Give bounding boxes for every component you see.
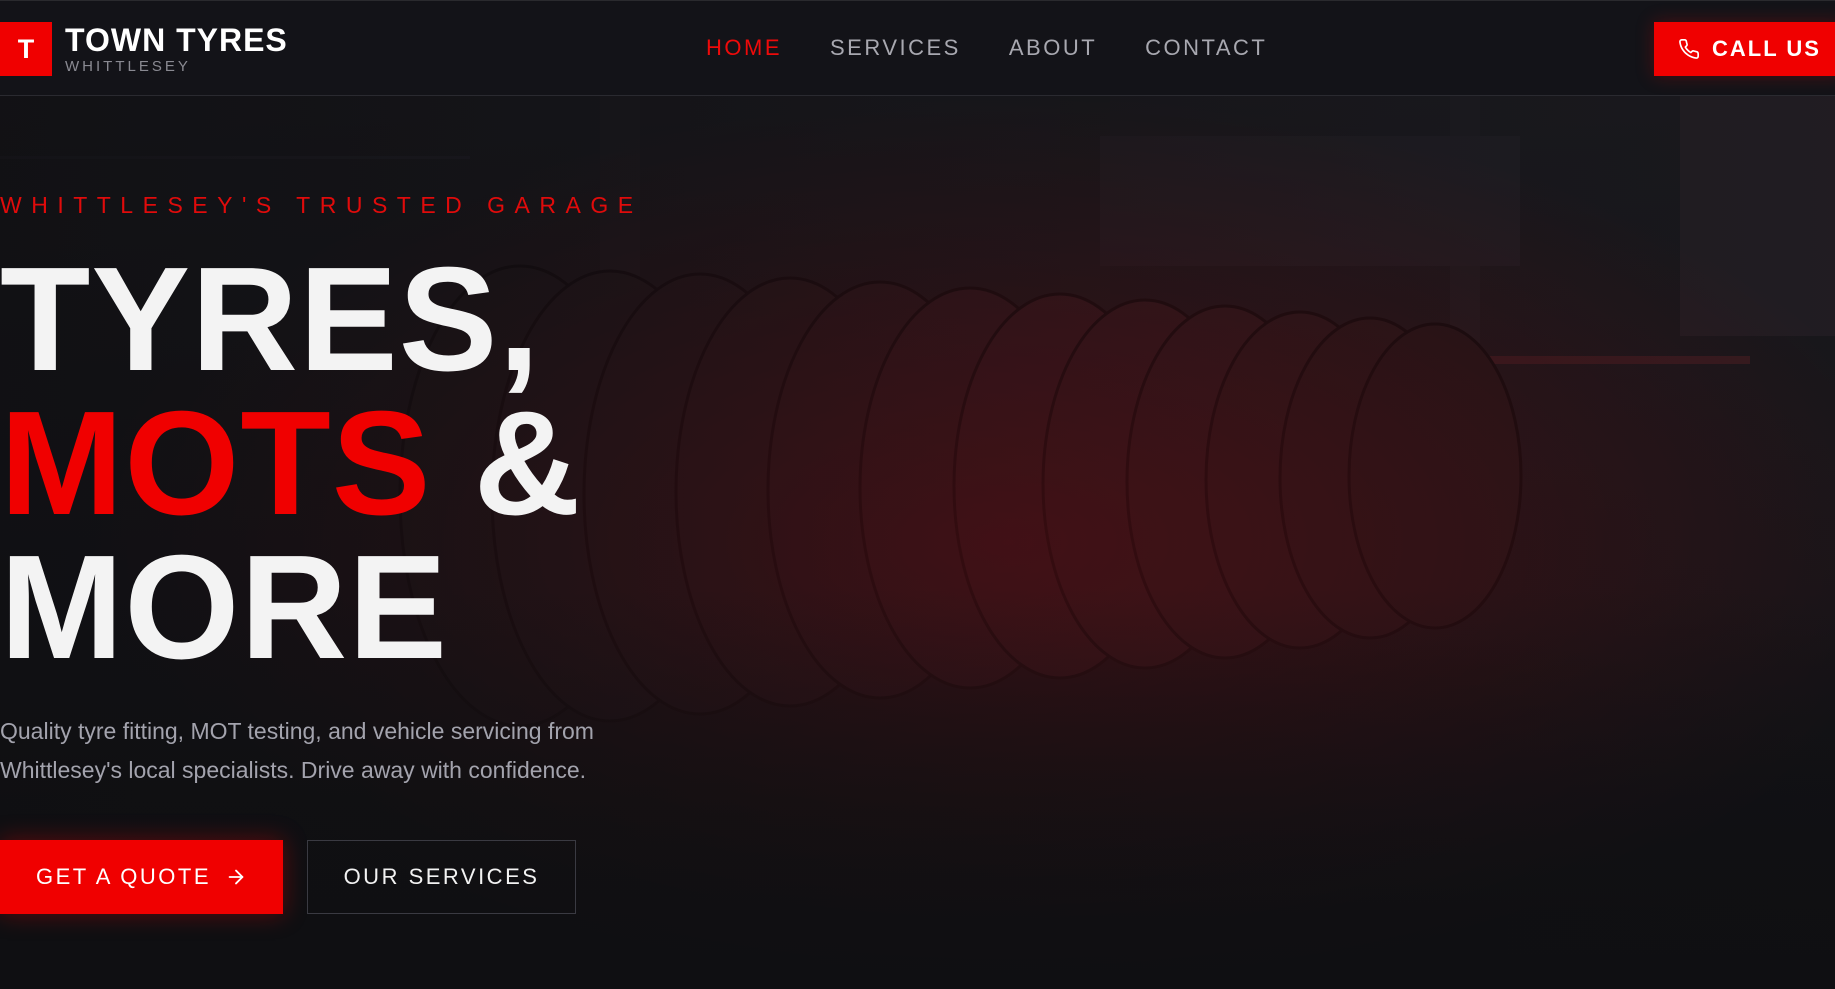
hero-description: Quality tyre fitting, MOT testing, and v…	[0, 718, 594, 783]
our-services-button[interactable]: OUR SERVICES	[307, 840, 576, 914]
nav-home[interactable]: HOME	[706, 35, 782, 61]
get-a-quote-label: GET A QUOTE	[35, 864, 212, 889]
phone-icon	[1679, 39, 1699, 59]
headline-line-2: MOTS &	[0, 390, 582, 538]
nav-contact[interactable]: CONTACT	[1145, 35, 1267, 61]
page: T TOWN TYRES WHITTLESEY HOME SERVICES AB…	[0, 0, 1835, 989]
hero-eyebrow: WHITTLESEY'S TRUSTED GARAGE	[0, 192, 643, 218]
headline-line-3: MORE	[0, 525, 448, 690]
site-header: T TOWN TYRES WHITTLESEY HOME SERVICES AB…	[0, 0, 1835, 96]
headline-accent: MOTS	[0, 381, 432, 546]
nav-about[interactable]: ABOUT	[1009, 35, 1097, 61]
logo-mark: T	[0, 22, 52, 76]
hero-headline: TYRES, MOTS & MORE	[0, 237, 582, 690]
logo-text: TOWN TYRES WHITTLESEY	[65, 23, 288, 76]
our-services-label: OUR SERVICES	[343, 864, 540, 889]
brand-name: TOWN TYRES	[65, 21, 288, 58]
hero-section: WHITTLESEY'S TRUSTED GARAGE TYRES, MOTS …	[0, 96, 1835, 989]
call-us-label: CALL US	[1712, 36, 1821, 61]
get-a-quote-button[interactable]: GET A QUOTE	[0, 840, 283, 914]
main-nav: HOME SERVICES ABOUT CONTACT	[706, 35, 1267, 61]
logo[interactable]: T TOWN TYRES WHITTLESEY	[0, 21, 288, 77]
call-us-button[interactable]: CALL US	[1654, 22, 1835, 76]
nav-services[interactable]: SERVICES	[830, 35, 961, 61]
arrow-right-icon	[228, 869, 244, 885]
brand-location: WHITTLESEY	[65, 57, 191, 75]
headline-line-2-rest: &	[431, 381, 582, 546]
headline-line-1: TYRES,	[0, 237, 541, 402]
